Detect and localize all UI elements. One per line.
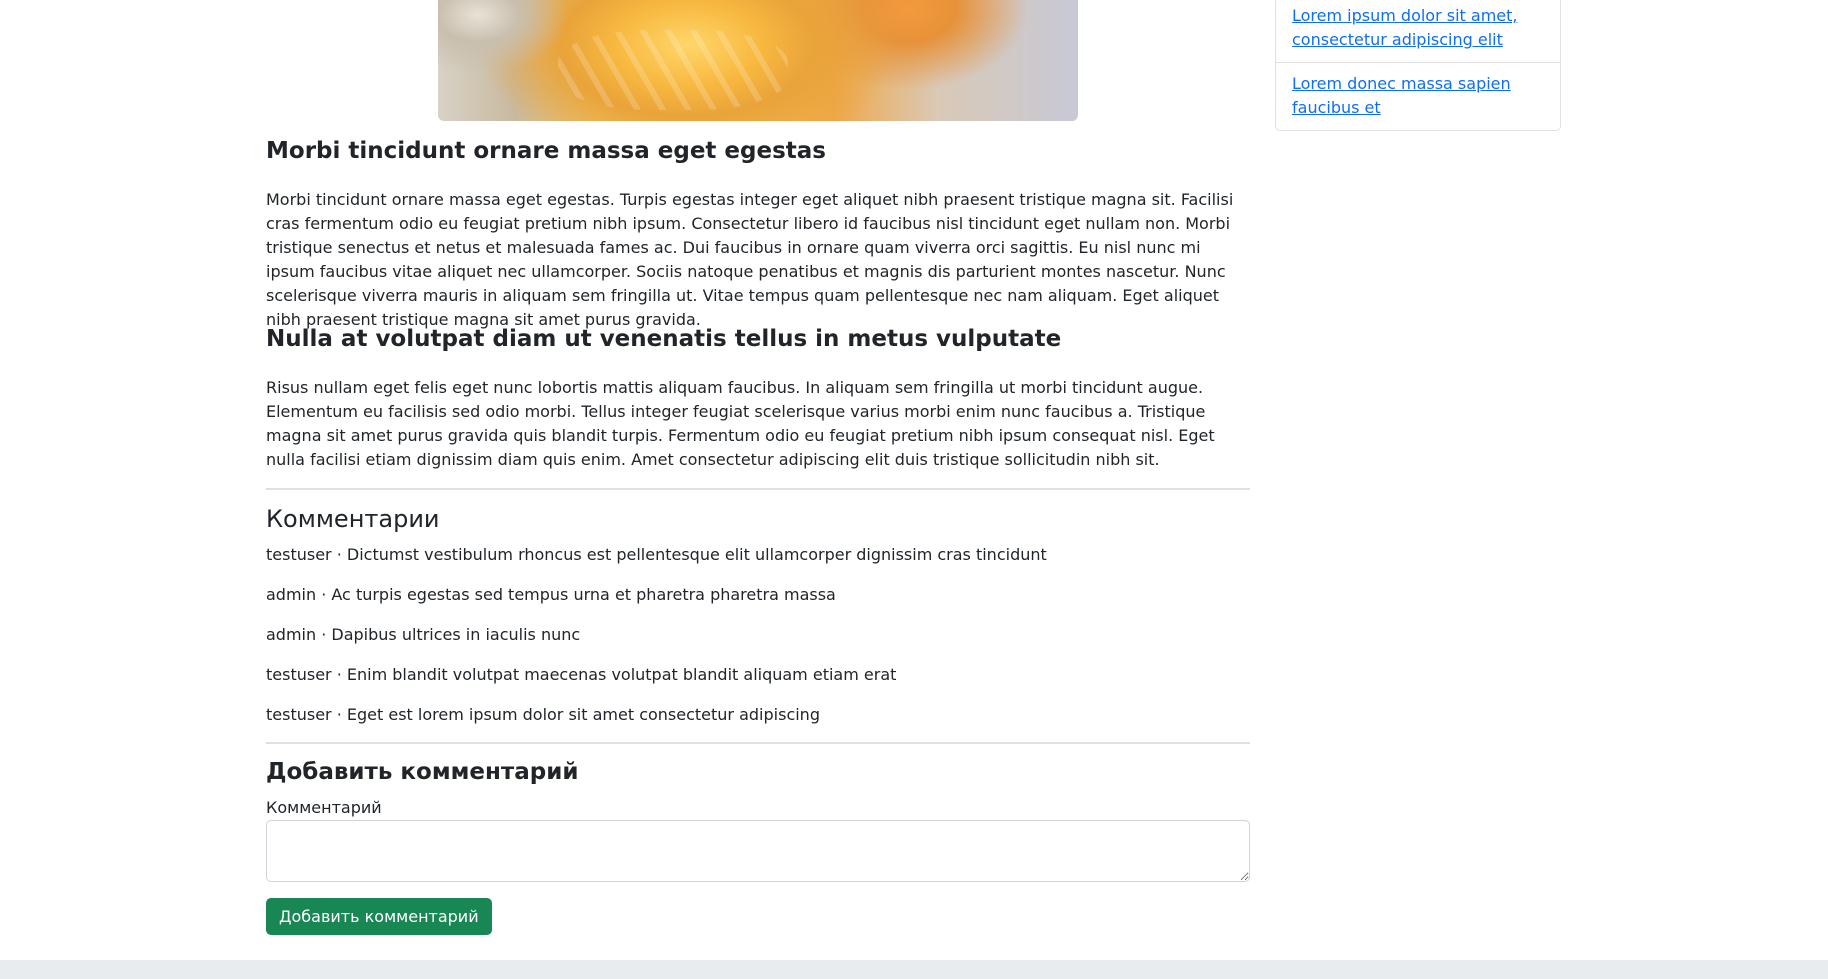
add-comment-title: Добавить комментарий [266,759,579,785]
section-heading-1: Morbi tincidunt ornare massa eget egesta… [266,138,826,164]
comment-item: testuser · Enim blandit volutpat maecena… [266,665,897,684]
comment-item: admin · Dapibus ultrices in iaculis nunc [266,625,581,644]
sidebar-item: Lorem ipsum dolor sit amet, consectetur … [1276,0,1560,62]
comment-item: testuser · Dictumst vestibulum rhoncus e… [266,545,1047,564]
comments-title: Комментарии [266,505,440,533]
section-text-2: Risus nullam eget felis eget nunc lobort… [266,378,1215,469]
comment-field-label: Комментарий [266,798,382,817]
section-text-1: Morbi tincidunt ornare massa eget egesta… [266,190,1234,329]
comment-item: admin · Ac turpis egestas sed tempus urn… [266,585,836,604]
footer [0,960,1828,979]
sidebar-item: Lorem donec massa sapien faucibus et [1276,62,1560,130]
sidebar-link[interactable]: Lorem donec massa sapien faucibus et [1292,74,1511,117]
divider [266,488,1250,490]
comment-textarea[interactable] [266,820,1250,882]
sidebar-links: Lorem ipsum dolor sit amet, consectetur … [1275,0,1561,131]
sidebar-link[interactable]: Lorem ipsum dolor sit amet, consectetur … [1292,6,1518,49]
comment-item: testuser · Eget est lorem ipsum dolor si… [266,705,820,724]
article-image [438,0,1078,121]
add-comment-button[interactable]: Добавить комментарий [266,898,492,935]
divider [266,742,1250,744]
section-heading-2: Nulla at volutpat diam ut venenatis tell… [266,326,1062,352]
